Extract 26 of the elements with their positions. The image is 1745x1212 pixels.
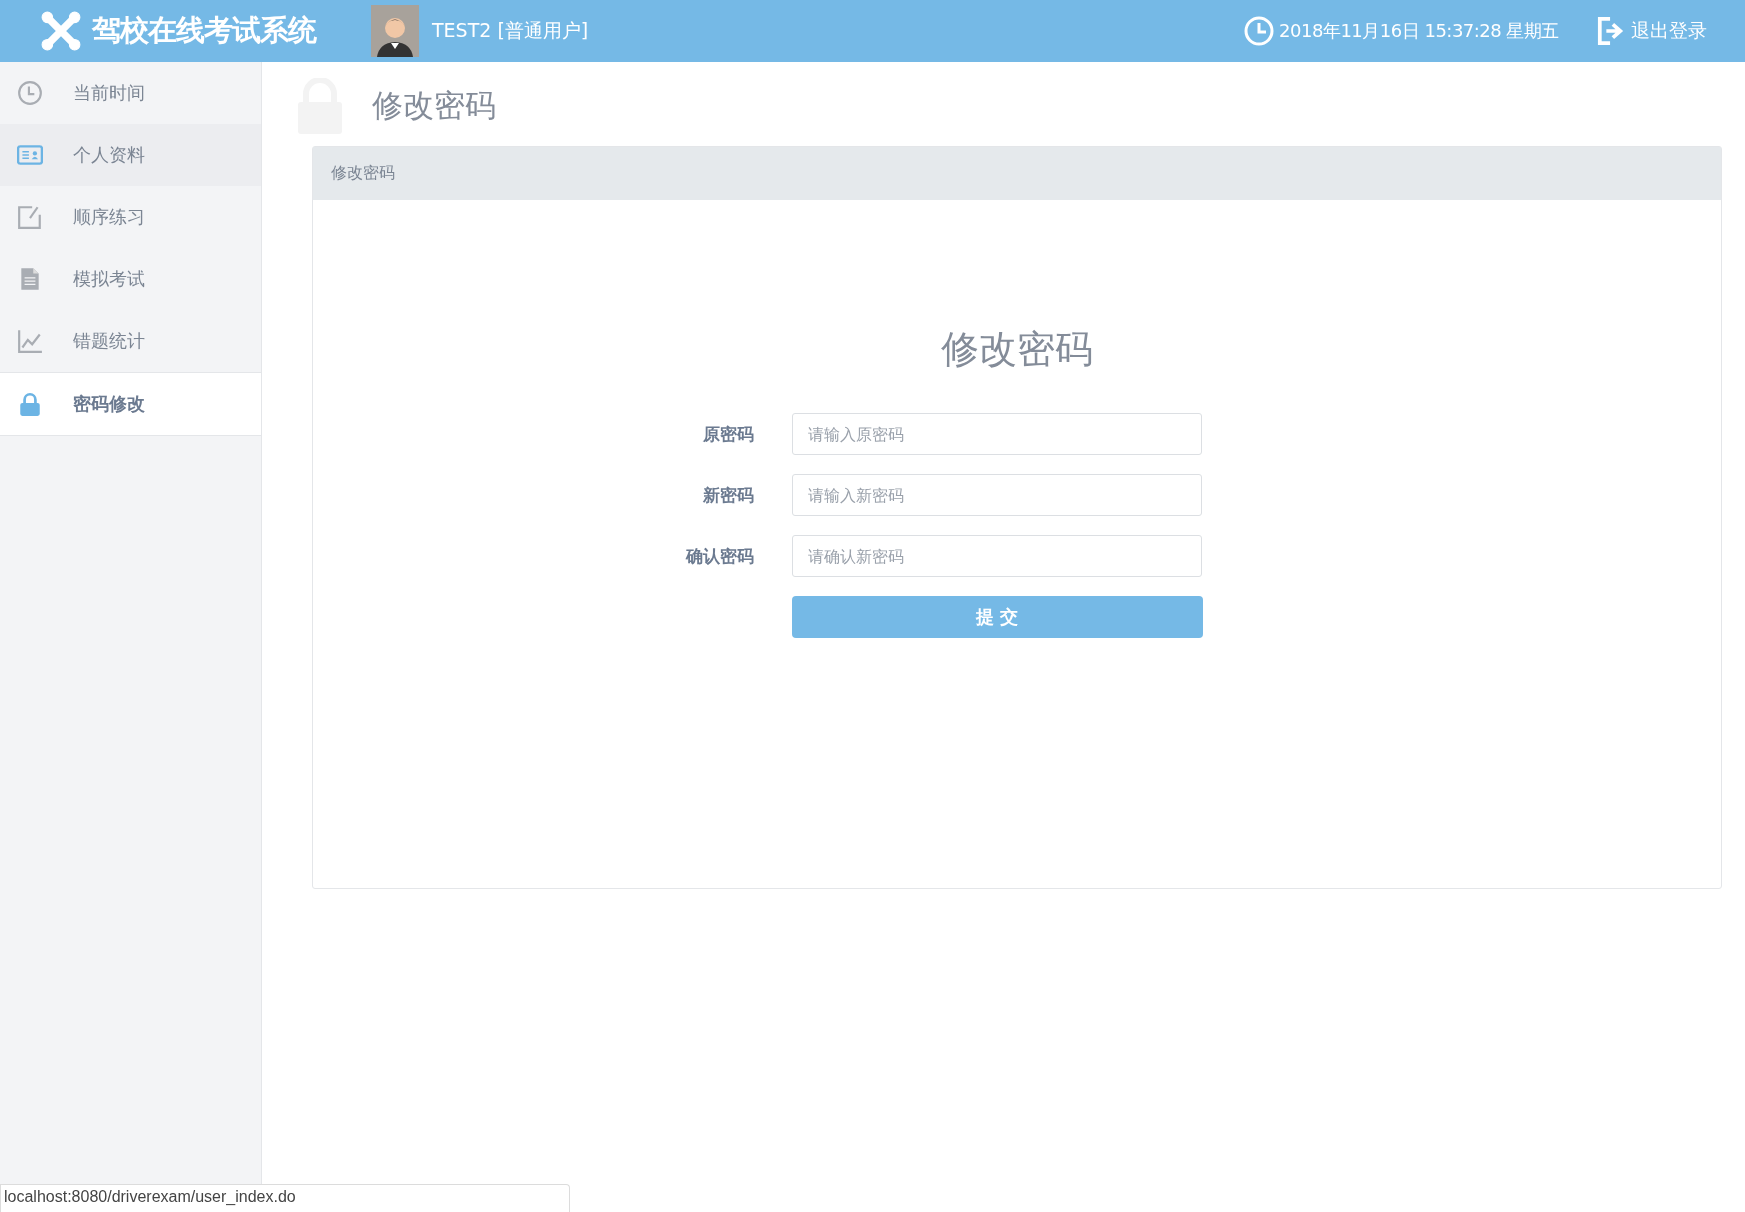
app-title: 驾校在线考试系统	[92, 12, 316, 49]
submit-button[interactable]: 提 交	[791, 596, 1203, 638]
edit-icon	[17, 204, 43, 230]
id-card-icon	[17, 142, 43, 168]
form-title: 修改密码	[941, 326, 1093, 373]
field-label: 原密码	[702, 422, 754, 446]
page-title: 修改密码	[372, 86, 496, 125]
user-name: TEST2 [普通用户]	[432, 18, 589, 43]
password-field[interactable]: 请确认新密码	[792, 535, 1202, 577]
sidebar-item[interactable]: 个人资料	[0, 124, 261, 186]
sidebar-item[interactable]: 密码修改	[0, 372, 261, 436]
clock-icon	[1243, 15, 1276, 47]
avatar-placeholder	[371, 5, 419, 57]
password-field[interactable]: 请输入原密码	[792, 413, 1202, 455]
clock-icon	[17, 80, 43, 106]
field-label: 确认密码	[684, 544, 754, 568]
password-field[interactable]: 请输入新密码	[792, 474, 1202, 516]
status-bar-url: localhost:8080/driverexam/user_index.do	[0, 1184, 570, 1212]
date-time: 2018年11月16日 15:37:28 星期五	[1279, 19, 1559, 43]
panel-heading: 修改密码	[331, 163, 395, 184]
logo-icon	[40, 10, 82, 52]
logout-icon	[1597, 16, 1625, 46]
logout-link[interactable]: 退出登录	[1597, 16, 1707, 46]
field-label: 新密码	[702, 483, 754, 507]
lock-icon	[17, 391, 43, 417]
line-chart-icon	[17, 328, 43, 354]
